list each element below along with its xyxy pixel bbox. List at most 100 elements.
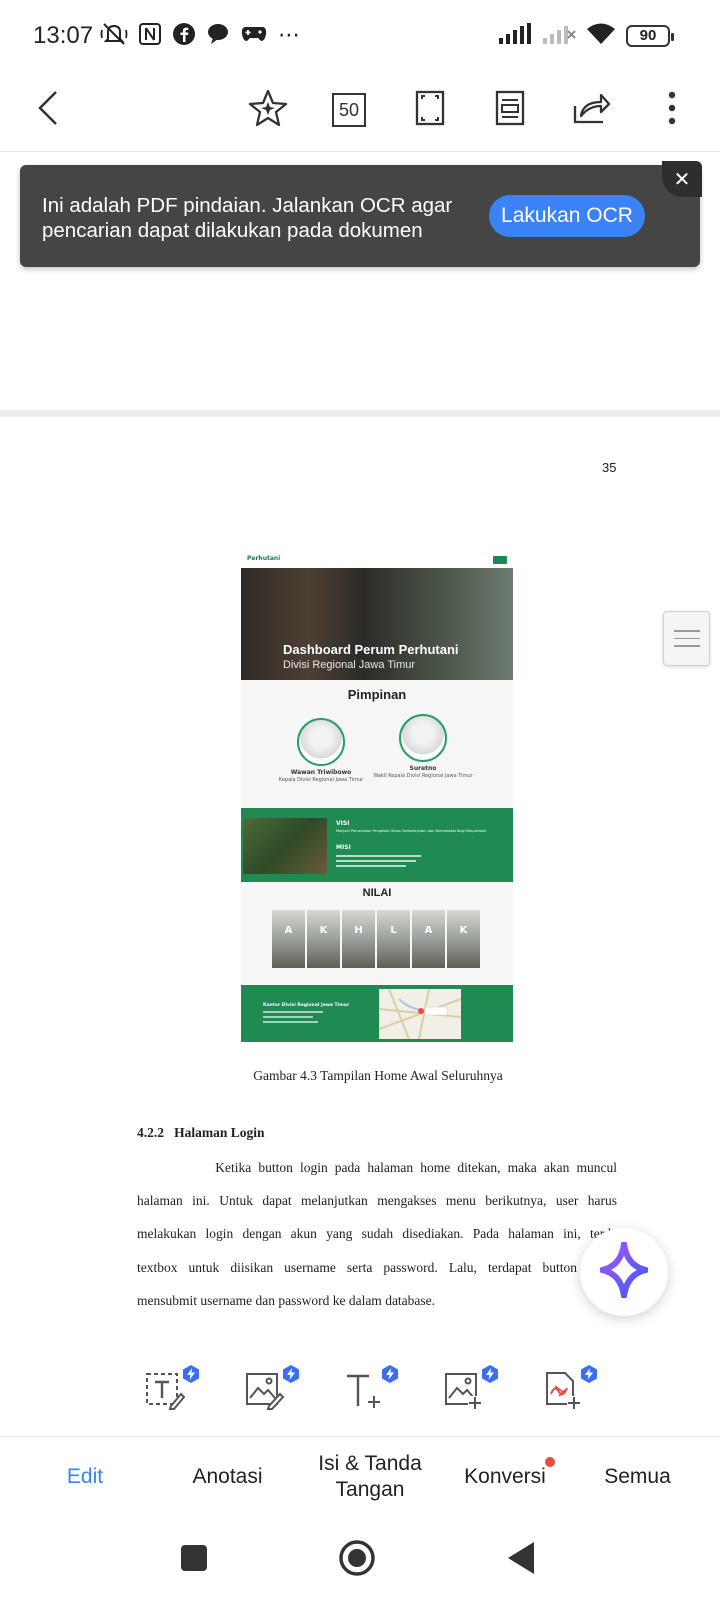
handle-line [673, 645, 700, 647]
edit-text-icon [145, 1373, 186, 1414]
more-icon: ⋯ [278, 23, 302, 48]
paragraph-line: mensubmit username dan password ke dalam… [137, 1293, 436, 1308]
signal-off-icon [542, 23, 576, 49]
figure-hero: Dashboard Perum Perhutani Divisi Regiona… [241, 568, 513, 680]
misi-line [336, 860, 416, 862]
figure-leader-1: Wawan Triwibowo Kepala Divisi Regional J… [271, 718, 371, 783]
fullscreen-button[interactable] [408, 88, 452, 132]
close-banner-button[interactable]: ✕ [662, 161, 702, 197]
tab-isi-tanda-tangan[interactable]: Isi & Tanda Tangan [305, 1437, 435, 1517]
edit-image-tool[interactable] [245, 1365, 299, 1416]
premium-badge-icon [380, 1364, 400, 1384]
page-count-button[interactable]: 50 [327, 88, 371, 132]
more-menu-button[interactable] [650, 88, 694, 132]
figure-map [378, 988, 462, 1040]
add-text-icon [344, 1374, 384, 1414]
system-nav-bar [0, 1516, 720, 1600]
edit-image-icon [245, 1373, 285, 1414]
add-text-tool[interactable] [344, 1365, 398, 1416]
back-nav-button[interactable] [506, 1540, 536, 1580]
nilai-card: K [307, 910, 340, 968]
mute-icon [100, 21, 128, 51]
figure-hero-subtitle: Divisi Regional Jawa Timur [283, 659, 416, 671]
signal-icon [498, 23, 532, 49]
nilai-card: L [377, 910, 410, 968]
premium-badge-icon [181, 1364, 201, 1384]
figure-leader-2: Suretno Wakil Kepala Divisi Regional Jaw… [373, 714, 473, 779]
nilai-card: A [272, 910, 305, 968]
ai-star-button[interactable] [246, 88, 290, 132]
leader-photo [297, 718, 345, 766]
pdf-toolbar: 50 [0, 72, 720, 152]
handle-line [673, 630, 700, 632]
leader-photo [399, 714, 447, 762]
nilai-card: H [342, 910, 375, 968]
figure-caption: Gambar 4.3 Tampilan Home Awal Seluruhnya [253, 1068, 503, 1083]
status-icons: ⋯ [100, 22, 302, 50]
home-button[interactable] [338, 1539, 376, 1581]
misi-title: MISI [336, 844, 351, 851]
facebook-icon [172, 22, 196, 50]
figure-visi-misi: VISI Menjadi Perusahaan Pengelola Hutan … [241, 808, 513, 882]
battery-indicator: 90 [626, 25, 674, 47]
sign-document-tool[interactable] [543, 1365, 597, 1416]
add-image-icon [444, 1373, 484, 1414]
page-separator [0, 410, 720, 417]
paragraph-line: halaman ini. Untuk dapat melanjutkan men… [137, 1193, 617, 1208]
figure-navbar: Perhutani [241, 552, 513, 568]
reading-mode-button[interactable] [488, 88, 532, 132]
leader-role: Kepala Divisi Regional Jawa Timur [278, 777, 364, 783]
page-number: 35 [602, 460, 617, 475]
reading-mode-icon [495, 90, 525, 130]
paragraph-line: Ketika button login pada halaman home di… [137, 1160, 617, 1175]
figure-footer: Kantor Divisi Regional Jawa Timur [241, 985, 513, 1042]
share-icon [571, 90, 611, 130]
bottom-tab-bar: Edit Anotasi Isi & Tanda Tangan Konversi… [0, 1436, 720, 1516]
footer-title: Kantor Divisi Regional Jawa Timur [263, 1003, 350, 1008]
scroll-handle[interactable] [663, 611, 710, 666]
misi-line [336, 865, 406, 867]
misi-line [336, 855, 421, 857]
square-icon [180, 1545, 208, 1576]
share-button[interactable] [569, 88, 613, 132]
close-icon: ✕ [673, 167, 691, 191]
figure-logo: Perhutani [247, 555, 281, 562]
figure-leaders-title: Pimpinan [347, 687, 407, 702]
more-vertical-icon [667, 90, 677, 130]
tab-konversi[interactable]: Konversi [450, 1437, 560, 1517]
run-ocr-button[interactable]: Lakukan OCR [489, 195, 645, 237]
ai-star-icon [248, 88, 288, 132]
figure-login-button [493, 556, 507, 564]
back-button[interactable] [26, 88, 70, 132]
nilai-card: A [412, 910, 445, 968]
visi-text: Menjadi Perusahaan Pengelola Hutan Berke… [336, 829, 487, 833]
tab-semua[interactable]: Semua [585, 1437, 690, 1517]
triangle-back-icon [506, 1542, 536, 1580]
status-time: 13:07 [33, 22, 94, 49]
footer-line [263, 1021, 318, 1023]
home-circle-icon [338, 1540, 376, 1581]
figure-hero-title: Dashboard Perum Perhutani [283, 642, 459, 657]
nilai-card: K [447, 910, 480, 968]
notification-dot [545, 1457, 555, 1467]
nfc-icon [138, 22, 162, 50]
tab-edit[interactable]: Edit [30, 1437, 140, 1517]
premium-badge-icon [480, 1364, 500, 1384]
fullscreen-icon [415, 90, 445, 130]
figure-farmer-photo [243, 818, 327, 874]
add-image-tool[interactable] [444, 1365, 498, 1416]
leader-name: Suretno [409, 765, 437, 772]
visi-title: VISI [336, 820, 350, 827]
tab-anotasi[interactable]: Anotasi [170, 1437, 285, 1517]
handle-line [673, 637, 700, 640]
game-icon [240, 22, 268, 50]
back-icon [36, 90, 60, 130]
ai-assistant-button[interactable] [580, 1228, 668, 1316]
recents-button[interactable] [180, 1544, 208, 1576]
footer-line [263, 1016, 313, 1018]
paragraph-line: melakukan login dengan akun yang sudah d… [137, 1226, 617, 1241]
footer-line [263, 1011, 323, 1013]
section-heading: 4.2.2 Halaman Login [137, 1125, 265, 1140]
figure-nilai-title: NILAI [362, 887, 392, 899]
edit-text-tool[interactable] [145, 1365, 199, 1416]
